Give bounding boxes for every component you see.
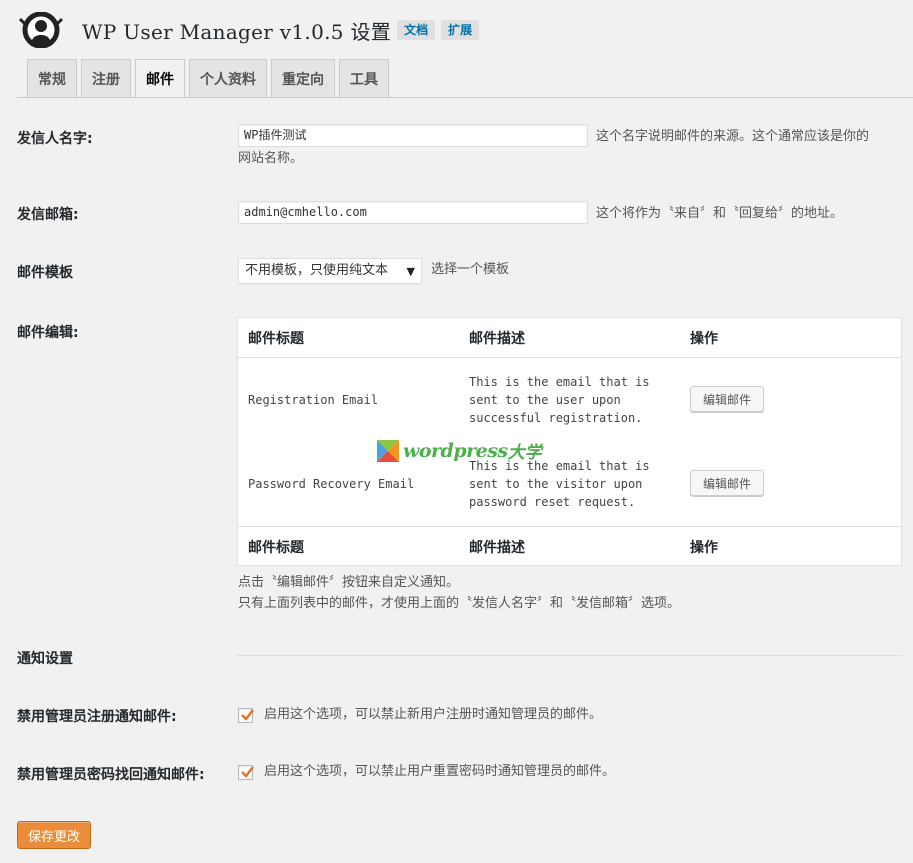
sender-email-input[interactable]: admin@cmhello.com xyxy=(238,201,588,224)
sender-email-label: 发信邮箱: xyxy=(17,204,79,224)
settings-tabs: 常规 注册 邮件 个人资料 重定向 工具 xyxy=(27,59,393,98)
email-row-description: successful registration. xyxy=(469,409,642,427)
disable-admin-password-description: 启用这个选项，可以禁止用户重置密码时通知管理员的邮件。 xyxy=(264,761,615,783)
footer-column-actions: 操作 xyxy=(690,537,718,557)
tabs-divider xyxy=(17,97,913,98)
sender-name-label: 发信人名字: xyxy=(17,128,93,148)
email-editor-note: 点击〝编辑邮件〞按钮来自定义通知。 xyxy=(238,571,459,590)
column-header-actions: 操作 xyxy=(690,328,718,348)
tab-emails[interactable]: 邮件 xyxy=(135,59,185,98)
email-editor-label: 邮件编辑: xyxy=(17,322,79,342)
column-header-description: 邮件描述 xyxy=(469,328,525,348)
wpum-logo-icon xyxy=(17,12,65,48)
email-row-title: Registration Email xyxy=(248,391,378,409)
save-changes-button[interactable]: 保存更改 xyxy=(17,821,91,849)
email-template-selected: 不用模板，只使用纯文本 xyxy=(245,263,388,278)
email-row-title: Password Recovery Email xyxy=(248,475,414,493)
column-header-title: 邮件标题 xyxy=(248,328,304,348)
page-header: WP User Manager v1.0.5 设置 文档 扩展 xyxy=(17,12,479,48)
checkmark-icon xyxy=(239,764,255,780)
table-footer-divider xyxy=(238,526,901,527)
disable-admin-password-checkbox[interactable] xyxy=(238,765,253,780)
tab-registration[interactable]: 注册 xyxy=(81,59,131,97)
disable-admin-registration-checkbox[interactable] xyxy=(238,708,253,723)
docs-button[interactable]: 文档 xyxy=(397,20,435,40)
sender-name-description: 这个名字说明邮件的来源。这个通常应该是你的 xyxy=(596,126,869,148)
watermark-logo-icon xyxy=(377,440,399,462)
watermark-text-cn: 大学 xyxy=(508,438,542,463)
email-row-description: sent to the user upon xyxy=(469,391,621,409)
sender-name-description-cont: 网站名称。 xyxy=(238,148,303,170)
edit-email-button[interactable]: 编辑邮件 xyxy=(690,470,764,496)
edit-email-button[interactable]: 编辑邮件 xyxy=(690,386,764,412)
email-template-description: 选择一个模板 xyxy=(431,259,509,281)
footer-column-title: 邮件标题 xyxy=(248,537,304,557)
footer-column-description: 邮件描述 xyxy=(469,537,525,557)
tab-tools[interactable]: 工具 xyxy=(339,59,389,97)
email-editor-note: 只有上面列表中的邮件，才使用上面的〝发信人名字〞和〝发信邮箱〞选项。 xyxy=(238,592,680,611)
disable-admin-password-label: 禁用管理员密码找回通知邮件: xyxy=(17,764,205,784)
watermark-text: wordpress xyxy=(403,440,508,462)
tab-general[interactable]: 常规 xyxy=(27,59,77,97)
section-divider xyxy=(237,655,902,656)
notifications-section-title: 通知设置 xyxy=(17,648,73,668)
email-list-table: 邮件标题 邮件描述 操作 Registration Email This is … xyxy=(237,317,902,566)
email-row-description: password reset request. xyxy=(469,493,635,511)
table-header-divider xyxy=(238,357,901,358)
email-row-description: This is the email that is xyxy=(469,373,650,391)
dropdown-arrow-icon: ▼ xyxy=(407,264,415,280)
extensions-button[interactable]: 扩展 xyxy=(441,20,479,40)
tab-profile[interactable]: 个人资料 xyxy=(189,59,267,97)
disable-admin-registration-description: 启用这个选项，可以禁止新用户注册时通知管理员的邮件。 xyxy=(264,704,602,726)
disable-admin-registration-label: 禁用管理员注册通知邮件: xyxy=(17,706,177,726)
email-template-select[interactable]: 不用模板，只使用纯文本 ▼ xyxy=(238,258,422,284)
checkmark-icon xyxy=(239,707,255,723)
watermark: wordpress 大学 xyxy=(377,438,542,463)
tab-redirects[interactable]: 重定向 xyxy=(271,59,335,97)
sender-email-description: 这个将作为〝来自〞和〝回复给〞的地址。 xyxy=(596,203,843,225)
sender-name-input[interactable]: WP插件测试 xyxy=(238,124,588,147)
email-template-label: 邮件模板 xyxy=(17,262,73,282)
page-title: WP User Manager v1.0.5 设置 xyxy=(82,16,391,45)
email-row-description: sent to the visitor upon xyxy=(469,475,642,493)
